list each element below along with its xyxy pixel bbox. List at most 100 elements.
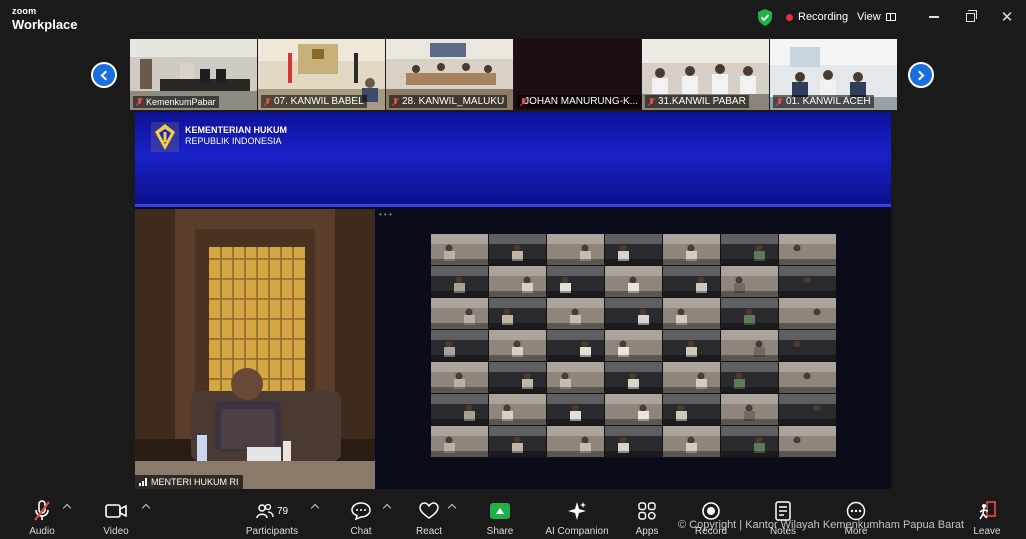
grid-view-icon	[885, 13, 896, 21]
participant-name-tag: KemenkumPabar	[133, 96, 219, 108]
gallery-participant-tile	[721, 362, 778, 393]
gallery-video-feed	[721, 362, 778, 393]
speaker-name: MENTERI HUKUM RI	[151, 477, 239, 487]
gallery-video-feed	[779, 234, 836, 265]
gallery-video-feed	[431, 298, 488, 329]
mic-muted-icon	[32, 499, 52, 523]
ministry-banner: KEMENTERIAN HUKUM REPUBLIK INDONESIA	[135, 112, 891, 207]
react-button[interactable]: React	[414, 492, 444, 539]
gallery-video-feed	[605, 298, 662, 329]
notes-button[interactable]: Notes	[768, 492, 798, 539]
shared-screen: KEMENTERIAN HUKUM REPUBLIK INDONESIA MEN…	[135, 112, 891, 489]
record-dot-icon	[786, 13, 793, 21]
gallery-participant-tile	[605, 234, 662, 265]
gallery-participant-tile	[779, 298, 836, 329]
gallery-participant-tile	[779, 394, 836, 425]
audio-options-caret[interactable]	[62, 503, 72, 513]
gallery-participant-tile	[489, 362, 546, 393]
gallery-video-feed	[547, 298, 604, 329]
participants-options-caret[interactable]	[310, 503, 320, 513]
gallery-video-feed	[431, 362, 488, 393]
gallery-video-feed	[663, 330, 720, 361]
audio-label: Audio	[29, 526, 55, 537]
gallery-grid	[431, 234, 836, 458]
gallery-video-feed	[547, 362, 604, 393]
gallery-video-feed	[663, 266, 720, 297]
more-button[interactable]: More	[842, 492, 870, 539]
gallery-participant-tile	[779, 426, 836, 457]
gallery-video-feed	[605, 426, 662, 457]
speaker-name-tag: MENTERI HUKUM RI	[135, 475, 243, 489]
gallery-video-feed	[431, 330, 488, 361]
speaker-video[interactable]: MENTERI HUKUM RI	[135, 209, 375, 489]
meeting-toolbar: Audio Video 79 Participants Chat React S…	[0, 492, 1026, 539]
gallery-video-feed	[489, 298, 546, 329]
gallery-participant-tile	[489, 234, 546, 265]
participants-button[interactable]: 79 Participants	[244, 492, 300, 539]
close-button[interactable]: ✕	[997, 8, 1017, 26]
title-bar: zoom Workplace Recording View ✕	[0, 0, 1026, 36]
view-button[interactable]: View	[857, 11, 896, 23]
mic-muted-icon	[264, 97, 271, 106]
gallery-participant-tile	[431, 394, 488, 425]
participant-name-tag: 01. KANWIL ACEH	[773, 95, 874, 108]
participant-tile[interactable]: KemenkumPabar	[130, 39, 257, 110]
apps-button[interactable]: Apps	[634, 492, 660, 539]
participant-name: 28. KANWIL_MALUKU	[402, 96, 505, 107]
gallery-participant-tile	[721, 426, 778, 457]
gallery-participant-tile	[547, 394, 604, 425]
recording-label: Recording	[798, 11, 849, 23]
gallery-video-feed	[489, 394, 546, 425]
share-label: Share	[486, 526, 514, 537]
next-page-button[interactable]	[908, 62, 934, 88]
gallery-video-feed	[489, 362, 546, 393]
share-button[interactable]: Share	[486, 492, 514, 539]
participant-strip: KemenkumPabar 07. KANWIL BABEL 28. KANWI…	[130, 39, 898, 110]
leave-button[interactable]: Leave	[973, 492, 1001, 539]
record-button[interactable]: Record	[694, 492, 728, 539]
view-label: View	[857, 11, 881, 23]
ai-companion-button[interactable]: AI Companion	[544, 492, 610, 539]
gallery-video-feed	[489, 426, 546, 457]
participant-tile[interactable]: 28. KANWIL_MALUKU	[386, 39, 513, 110]
recording-indicator[interactable]: Recording	[786, 11, 848, 23]
share-screen-icon	[490, 499, 510, 523]
mic-muted-icon	[648, 97, 655, 106]
participant-tile[interactable]: JOHAN MANURUNG-K...	[514, 39, 641, 110]
mic-muted-icon	[520, 97, 526, 106]
brand-bottom: Workplace	[12, 17, 78, 32]
participant-tile[interactable]: 31.KANWIL PABAR	[642, 39, 769, 110]
gallery-participant-tile	[721, 234, 778, 265]
ai-companion-label: AI Companion	[545, 526, 609, 537]
gallery-participant-tile	[547, 362, 604, 393]
react-options-caret[interactable]	[447, 503, 457, 513]
chat-button[interactable]: Chat	[346, 492, 376, 539]
gallery-video-feed	[663, 426, 720, 457]
participant-tile[interactable]: 01. KANWIL ACEH	[770, 39, 897, 110]
gallery-video-feed	[605, 330, 662, 361]
restore-button[interactable]	[960, 8, 980, 26]
participant-name-tag: JOHAN MANURUNG-K...	[517, 95, 641, 108]
gallery-video-feed	[547, 394, 604, 425]
gallery-participant-tile	[721, 298, 778, 329]
gallery-participant-tile	[779, 266, 836, 297]
video-button[interactable]: Video	[100, 492, 132, 539]
participant-tile[interactable]: 07. KANWIL BABEL	[258, 39, 385, 110]
participants-label: Participants	[245, 526, 299, 537]
chat-options-caret[interactable]	[382, 503, 392, 513]
minimize-button[interactable]	[924, 8, 944, 26]
gallery-participant-tile	[489, 266, 546, 297]
banner-stripe	[135, 204, 891, 207]
gallery-video-feed	[779, 330, 836, 361]
gallery-participant-tile	[779, 330, 836, 361]
audio-button[interactable]: Audio	[26, 492, 58, 539]
chat-label: Chat	[350, 526, 372, 537]
participant-name: 31.KANWIL PABAR	[658, 96, 746, 107]
previous-page-button[interactable]	[91, 62, 117, 88]
shield-check-icon[interactable]	[757, 9, 773, 26]
gallery-participant-tile	[663, 266, 720, 297]
speaker-video-feed	[135, 209, 375, 489]
gallery-participant-tile	[779, 362, 836, 393]
video-options-caret[interactable]	[141, 503, 151, 513]
gallery-participant-tile	[663, 234, 720, 265]
